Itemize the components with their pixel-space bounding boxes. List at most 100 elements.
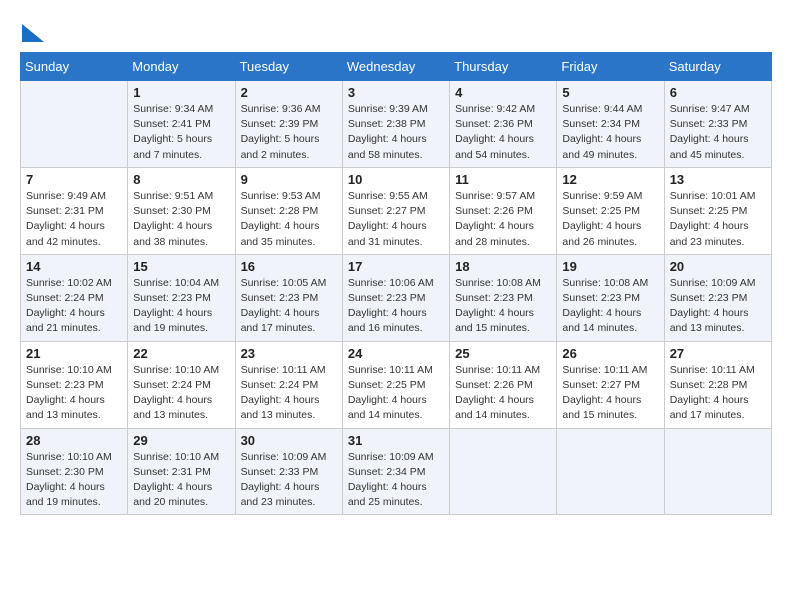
day-info: Sunrise: 9:51 AM Sunset: 2:30 PM Dayligh…: [133, 189, 229, 250]
page-header: [20, 20, 772, 42]
calendar-day-cell: 13 Sunrise: 10:01 AM Sunset: 2:25 PM Dayl…: [664, 167, 771, 254]
calendar-day-cell: 18 Sunrise: 10:08 AM Sunset: 2:23 PM Dayl…: [450, 254, 557, 341]
calendar-day-cell: 17Sunrise: 10:06 AM Sunset: 2:23 PM Dayl…: [342, 254, 449, 341]
calendar-day-cell: 8 Sunrise: 9:51 AM Sunset: 2:30 PM Daylig…: [128, 167, 235, 254]
logo: [20, 20, 44, 42]
day-number: 13: [670, 172, 766, 187]
day-info: Sunrise: 10:04 AM Sunset: 2:23 PM Daylig…: [133, 276, 229, 337]
day-number: 23: [241, 346, 337, 361]
day-info: Sunrise: 9:34 AM Sunset: 2:41 PM Dayligh…: [133, 102, 229, 163]
calendar-week-row: 14 Sunrise: 10:02 AM Sunset: 2:24 PM Dayl…: [21, 254, 772, 341]
day-info: Sunrise: 10:06 AM Sunset: 2:23 PM Daylig…: [348, 276, 444, 337]
day-number: 12: [562, 172, 658, 187]
day-number: 24: [348, 346, 444, 361]
day-info: Sunrise: 9:44 AM Sunset: 2:34 PM Dayligh…: [562, 102, 658, 163]
day-number: 15: [133, 259, 229, 274]
day-info: Sunrise: 10:05 AM Sunset: 2:23 PM Daylig…: [241, 276, 337, 337]
calendar-day-cell: [664, 428, 771, 515]
day-info: Sunrise: 9:55 AM Sunset: 2:27 PM Dayligh…: [348, 189, 444, 250]
day-header-friday: Friday: [557, 53, 664, 81]
calendar-day-cell: 2Sunrise: 9:36 AM Sunset: 2:39 PM Daylig…: [235, 81, 342, 168]
day-number: 6: [670, 85, 766, 100]
day-info: Sunrise: 9:36 AM Sunset: 2:39 PM Dayligh…: [241, 102, 337, 163]
day-header-wednesday: Wednesday: [342, 53, 449, 81]
day-number: 5: [562, 85, 658, 100]
day-info: Sunrise: 10:10 AM Sunset: 2:31 PM Daylig…: [133, 450, 229, 511]
day-number: 4: [455, 85, 551, 100]
day-info: Sunrise: 10:08 AM Sunset: 2:23 PM Daylig…: [562, 276, 658, 337]
day-info: Sunrise: 9:42 AM Sunset: 2:36 PM Dayligh…: [455, 102, 551, 163]
calendar-day-cell: 26 Sunrise: 10:11 AM Sunset: 2:27 PM Dayl…: [557, 341, 664, 428]
calendar-day-cell: 4 Sunrise: 9:42 AM Sunset: 2:36 PM Daylig…: [450, 81, 557, 168]
day-info: Sunrise: 10:11 AM Sunset: 2:25 PM Daylig…: [348, 363, 444, 424]
day-number: 10: [348, 172, 444, 187]
calendar-day-cell: 3 Sunrise: 9:39 AM Sunset: 2:38 PM Daylig…: [342, 81, 449, 168]
calendar-day-cell: 21 Sunrise: 10:10 AM Sunset: 2:23 PM Dayl…: [21, 341, 128, 428]
calendar-header-row: SundayMondayTuesdayWednesdayThursdayFrid…: [21, 53, 772, 81]
calendar-day-cell: 1 Sunrise: 9:34 AM Sunset: 2:41 PM Daylig…: [128, 81, 235, 168]
day-number: 30: [241, 433, 337, 448]
calendar-day-cell: 31 Sunrise: 10:09 AM Sunset: 2:34 PM Dayl…: [342, 428, 449, 515]
day-info: Sunrise: 10:09 AM Sunset: 2:34 PM Daylig…: [348, 450, 444, 511]
calendar-day-cell: 22 Sunrise: 10:10 AM Sunset: 2:24 PM Dayl…: [128, 341, 235, 428]
day-number: 19: [562, 259, 658, 274]
day-info: Sunrise: 10:10 AM Sunset: 2:23 PM Daylig…: [26, 363, 122, 424]
day-number: 16: [241, 259, 337, 274]
calendar-day-cell: 15 Sunrise: 10:04 AM Sunset: 2:23 PM Dayl…: [128, 254, 235, 341]
day-info: Sunrise: 10:10 AM Sunset: 2:30 PM Daylig…: [26, 450, 122, 511]
day-header-tuesday: Tuesday: [235, 53, 342, 81]
calendar-day-cell: 9 Sunrise: 9:53 AM Sunset: 2:28 PM Daylig…: [235, 167, 342, 254]
calendar-day-cell: 20 Sunrise: 10:09 AM Sunset: 2:23 PM Dayl…: [664, 254, 771, 341]
day-number: 22: [133, 346, 229, 361]
calendar-day-cell: 12 Sunrise: 9:59 AM Sunset: 2:25 PM Dayli…: [557, 167, 664, 254]
calendar-week-row: 1 Sunrise: 9:34 AM Sunset: 2:41 PM Daylig…: [21, 81, 772, 168]
calendar-day-cell: 23 Sunrise: 10:11 AM Sunset: 2:24 PM Dayl…: [235, 341, 342, 428]
day-number: 3: [348, 85, 444, 100]
day-number: 20: [670, 259, 766, 274]
day-info: Sunrise: 9:47 AM Sunset: 2:33 PM Dayligh…: [670, 102, 766, 163]
calendar-week-row: 7Sunrise: 9:49 AM Sunset: 2:31 PM Daylig…: [21, 167, 772, 254]
calendar-day-cell: 30 Sunrise: 10:09 AM Sunset: 2:33 PM Dayl…: [235, 428, 342, 515]
day-info: Sunrise: 10:11 AM Sunset: 2:24 PM Daylig…: [241, 363, 337, 424]
calendar-day-cell: 16 Sunrise: 10:05 AM Sunset: 2:23 PM Dayl…: [235, 254, 342, 341]
day-info: Sunrise: 9:59 AM Sunset: 2:25 PM Dayligh…: [562, 189, 658, 250]
calendar-table: SundayMondayTuesdayWednesdayThursdayFrid…: [20, 52, 772, 515]
day-number: 14: [26, 259, 122, 274]
calendar-day-cell: 7Sunrise: 9:49 AM Sunset: 2:31 PM Daylig…: [21, 167, 128, 254]
calendar-day-cell: 24 Sunrise: 10:11 AM Sunset: 2:25 PM Dayl…: [342, 341, 449, 428]
day-number: 26: [562, 346, 658, 361]
day-info: Sunrise: 10:02 AM Sunset: 2:24 PM Daylig…: [26, 276, 122, 337]
day-number: 18: [455, 259, 551, 274]
calendar-week-row: 21 Sunrise: 10:10 AM Sunset: 2:23 PM Dayl…: [21, 341, 772, 428]
calendar-day-cell: 27 Sunrise: 10:11 AM Sunset: 2:28 PM Dayl…: [664, 341, 771, 428]
day-header-thursday: Thursday: [450, 53, 557, 81]
calendar-week-row: 28 Sunrise: 10:10 AM Sunset: 2:30 PM Dayl…: [21, 428, 772, 515]
day-info: Sunrise: 10:11 AM Sunset: 2:28 PM Daylig…: [670, 363, 766, 424]
calendar-day-cell: 29 Sunrise: 10:10 AM Sunset: 2:31 PM Dayl…: [128, 428, 235, 515]
day-number: 11: [455, 172, 551, 187]
day-number: 9: [241, 172, 337, 187]
day-info: Sunrise: 9:53 AM Sunset: 2:28 PM Dayligh…: [241, 189, 337, 250]
day-info: Sunrise: 10:09 AM Sunset: 2:33 PM Daylig…: [241, 450, 337, 511]
calendar-day-cell: [450, 428, 557, 515]
day-header-monday: Monday: [128, 53, 235, 81]
day-info: Sunrise: 10:11 AM Sunset: 2:27 PM Daylig…: [562, 363, 658, 424]
day-info: Sunrise: 9:39 AM Sunset: 2:38 PM Dayligh…: [348, 102, 444, 163]
day-number: 1: [133, 85, 229, 100]
day-number: 21: [26, 346, 122, 361]
day-info: Sunrise: 10:01 AM Sunset: 2:25 PM Daylig…: [670, 189, 766, 250]
day-header-saturday: Saturday: [664, 53, 771, 81]
calendar-day-cell: 11Sunrise: 9:57 AM Sunset: 2:26 PM Dayli…: [450, 167, 557, 254]
day-number: 28: [26, 433, 122, 448]
calendar-day-cell: 10 Sunrise: 9:55 AM Sunset: 2:27 PM Dayli…: [342, 167, 449, 254]
day-info: Sunrise: 10:09 AM Sunset: 2:23 PM Daylig…: [670, 276, 766, 337]
day-info: Sunrise: 10:11 AM Sunset: 2:26 PM Daylig…: [455, 363, 551, 424]
day-number: 31: [348, 433, 444, 448]
day-number: 25: [455, 346, 551, 361]
day-info: Sunrise: 10:10 AM Sunset: 2:24 PM Daylig…: [133, 363, 229, 424]
day-number: 8: [133, 172, 229, 187]
calendar-day-cell: 14 Sunrise: 10:02 AM Sunset: 2:24 PM Dayl…: [21, 254, 128, 341]
day-number: 27: [670, 346, 766, 361]
day-info: Sunrise: 10:08 AM Sunset: 2:23 PM Daylig…: [455, 276, 551, 337]
day-number: 29: [133, 433, 229, 448]
